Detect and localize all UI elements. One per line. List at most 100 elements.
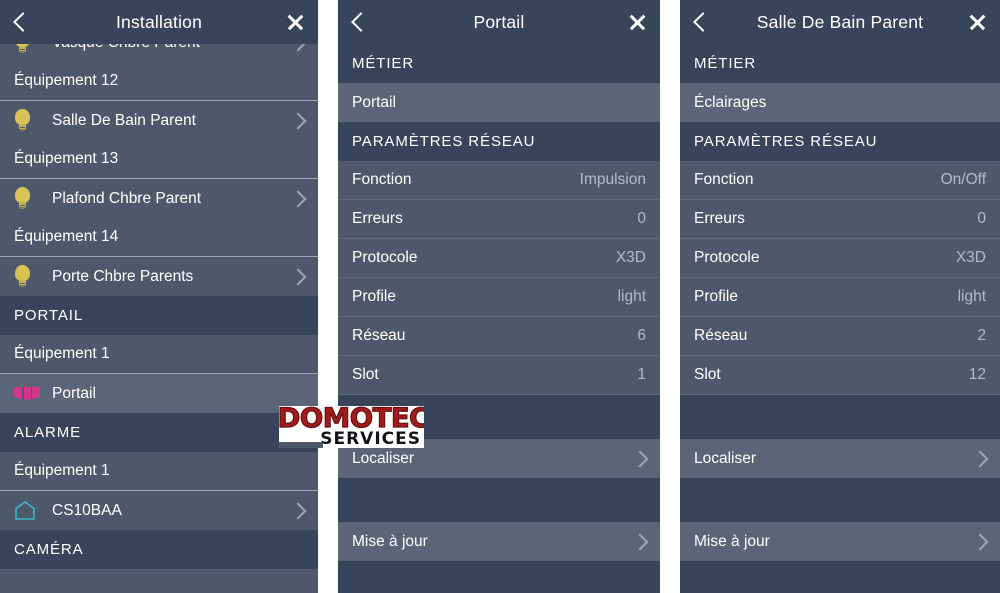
param-value: X3D <box>955 249 986 266</box>
mid-spacer-2 <box>338 478 660 522</box>
right-mise-a-jour-button[interactable]: Mise à jour <box>680 522 1000 561</box>
list-item-label: Vasque Chbre Parent <box>52 44 282 52</box>
chevron-right-icon <box>964 450 989 467</box>
right-mise-a-jour-label: Mise à jour <box>694 532 770 550</box>
chevron-right-icon <box>624 533 649 550</box>
right-spacer-3 <box>680 561 1000 593</box>
chevron-left-icon <box>13 12 33 32</box>
param-key: Erreurs <box>352 210 403 227</box>
left-close-button[interactable] <box>272 13 318 32</box>
param-key: Réseau <box>694 327 748 344</box>
mid-page-title: Portail <box>473 11 525 32</box>
right-header: Salle De Bain Parent <box>680 0 1000 44</box>
param-value: 0 <box>977 210 986 227</box>
list-item-cs10baa[interactable]: CS10BAA <box>0 491 318 530</box>
right-metier-header-label: MÉTIER <box>694 55 757 72</box>
gate-icon <box>14 387 52 400</box>
left-page-title: Installation <box>115 11 203 32</box>
param-value: 1 <box>637 366 646 383</box>
mid-header: Portail <box>338 0 660 44</box>
section-header-portail: PORTAIL <box>0 296 318 335</box>
right-page-title: Salle De Bain Parent <box>756 11 924 32</box>
watermark-notch <box>279 442 323 448</box>
list-item-label: Plafond Chbre Parent <box>52 189 202 207</box>
equipment-label: Équipement 13 <box>0 140 318 179</box>
left-header: Installation <box>0 0 318 44</box>
bulb-icon <box>14 265 52 288</box>
param-value: On/Off <box>940 171 986 188</box>
mid-reseau-header-label: PARAMÈTRES RÉSEAU <box>352 133 536 150</box>
mid-section-reseau: PARAMÈTRES RÉSEAU <box>338 122 660 161</box>
param-key: Profile <box>352 288 396 305</box>
mid-metier-value-row[interactable]: Portail <box>338 83 660 122</box>
three-panel-screen: Installation Vasque Chbre Parent Équipem… <box>0 0 1000 593</box>
mid-metier-header-label: MÉTIER <box>352 55 415 72</box>
list-item-porte-chbre-parents[interactable]: Porte Chbre Parents <box>0 257 318 296</box>
bulb-icon <box>14 44 52 54</box>
right-localiser-label: Localiser <box>694 449 757 467</box>
section-header-camera: CAMÉRA <box>0 530 318 569</box>
param-value: light <box>617 288 646 305</box>
mid-localiser-label: Localiser <box>352 449 415 467</box>
mid-close-button[interactable] <box>614 13 660 32</box>
param-row-reseau: Réseau 2 <box>680 317 1000 356</box>
right-metier-value: Éclairages <box>694 93 767 111</box>
panel-salle-de-bain-detail: Salle De Bain Parent MÉTIER Éclairages P… <box>680 0 1000 593</box>
close-icon <box>628 13 647 32</box>
mid-back-button[interactable] <box>338 12 384 32</box>
chevron-right-icon <box>282 44 307 51</box>
chevron-right-icon <box>282 112 307 129</box>
param-value: 12 <box>968 366 986 383</box>
right-localiser-button[interactable]: Localiser <box>680 439 1000 478</box>
close-icon <box>286 13 305 32</box>
equipment-label: Équipement 14 <box>0 218 318 257</box>
param-row-fonction: Fonction On/Off <box>680 161 1000 200</box>
param-row-protocole: Protocole X3D <box>680 239 1000 278</box>
param-row-slot: Slot 12 <box>680 356 1000 395</box>
param-row-fonction: Fonction Impulsion <box>338 161 660 200</box>
right-close-button[interactable] <box>954 13 1000 32</box>
param-value: light <box>957 288 986 305</box>
equipment-label: Équipement 12 <box>0 62 318 101</box>
right-section-reseau: PARAMÈTRES RÉSEAU <box>680 122 1000 161</box>
param-key: Protocole <box>352 249 418 266</box>
watermark-line-1: DOMOTEC <box>279 406 424 434</box>
list-item-label: Salle De Bain Parent <box>52 111 196 129</box>
right-content: MÉTIER Éclairages PARAMÈTRES RÉSEAU Fonc… <box>680 44 1000 593</box>
bulb-icon <box>14 109 52 132</box>
list-item-label: CS10BAA <box>52 501 122 519</box>
list-item-plafond-chbre-parent[interactable]: Plafond Chbre Parent <box>0 179 318 218</box>
param-value: 6 <box>637 327 646 344</box>
right-back-button[interactable] <box>680 12 726 32</box>
equipment-label: Équipement 1 <box>0 452 318 491</box>
mid-metier-value: Portail <box>352 93 396 111</box>
left-list[interactable]: Vasque Chbre Parent Équipement 12 Salle … <box>0 44 318 593</box>
mid-mise-a-jour-button[interactable]: Mise à jour <box>338 522 660 561</box>
chevron-right-icon <box>282 268 307 285</box>
list-item[interactable]: Vasque Chbre Parent <box>0 44 318 62</box>
list-item-portail[interactable]: Portail <box>0 374 318 413</box>
chevron-right-icon <box>282 190 307 207</box>
list-item-label: Portail <box>52 384 96 402</box>
domotec-services-watermark: DOMOTEC SERVICES <box>279 406 424 448</box>
right-reseau-header-label: PARAMÈTRES RÉSEAU <box>694 133 878 150</box>
mid-section-metier: MÉTIER <box>338 44 660 83</box>
bulb-icon <box>14 187 52 210</box>
param-row-profile: Profile light <box>680 278 1000 317</box>
chevron-left-icon <box>693 12 713 32</box>
mid-spacer-3 <box>338 561 660 593</box>
equipment-label: Équipement 1 <box>0 335 318 374</box>
list-item-salle-de-bain-parent[interactable]: Salle De Bain Parent <box>0 101 318 140</box>
right-metier-value-row[interactable]: Éclairages <box>680 83 1000 122</box>
param-row-reseau: Réseau 6 <box>338 317 660 356</box>
panel-portail-detail: Portail MÉTIER Portail PARAMÈTRES RÉSEAU… <box>338 0 660 593</box>
close-icon <box>968 13 987 32</box>
chevron-right-icon <box>964 533 989 550</box>
param-row-profile: Profile light <box>338 278 660 317</box>
chevron-right-icon <box>282 502 307 519</box>
param-value: 0 <box>637 210 646 227</box>
left-back-button[interactable] <box>0 12 46 32</box>
param-key: Slot <box>352 366 379 383</box>
param-key: Slot <box>694 366 721 383</box>
list-item-clipped[interactable]: Vasque Chbre Parent <box>0 44 318 62</box>
